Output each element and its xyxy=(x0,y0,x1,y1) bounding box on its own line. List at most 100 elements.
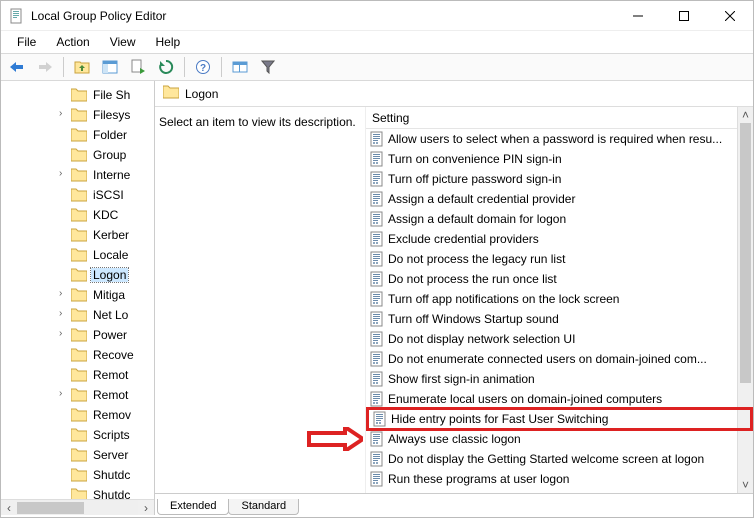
tab-standard[interactable]: Standard xyxy=(228,499,299,515)
export-button[interactable] xyxy=(126,56,150,78)
help-button[interactable]: ? xyxy=(191,56,215,78)
expand-icon[interactable]: › xyxy=(59,309,69,319)
setting-label: Do not display the Getting Started welco… xyxy=(388,452,704,466)
setting-item[interactable]: Assign a default domain for logon xyxy=(366,209,753,229)
up-button[interactable] xyxy=(70,56,94,78)
settings-vscrollbar[interactable]: ˄ ˅ xyxy=(737,107,753,493)
tree-item-label: Shutdc xyxy=(91,468,132,482)
policy-icon xyxy=(370,291,384,307)
tree-item[interactable]: KDC xyxy=(1,205,154,225)
tree-item[interactable]: Server xyxy=(1,445,154,465)
expand-icon[interactable] xyxy=(59,89,69,99)
menu-view[interactable]: View xyxy=(100,33,146,51)
expand-icon[interactable]: › xyxy=(59,329,69,339)
tree-item[interactable]: Remot xyxy=(1,365,154,385)
expand-icon[interactable] xyxy=(59,369,69,379)
minimize-button[interactable] xyxy=(615,1,661,30)
tree-item[interactable]: Kerber xyxy=(1,225,154,245)
setting-item[interactable]: Hide entry points for Fast User Switchin… xyxy=(366,407,753,431)
expand-icon[interactable] xyxy=(59,229,69,239)
close-button[interactable] xyxy=(707,1,753,30)
maximize-button[interactable] xyxy=(661,1,707,30)
tree-item[interactable]: Shutdc xyxy=(1,485,154,499)
menu-file[interactable]: File xyxy=(7,33,46,51)
filter-button[interactable] xyxy=(256,56,280,78)
tree-item[interactable]: Logon xyxy=(1,265,154,285)
setting-label: Do not process the run once list xyxy=(388,272,557,286)
refresh-button[interactable] xyxy=(154,56,178,78)
scroll-left-icon[interactable]: ‹ xyxy=(1,500,17,515)
policy-icon xyxy=(370,431,384,447)
expand-icon[interactable] xyxy=(59,449,69,459)
setting-label: Turn on convenience PIN sign-in xyxy=(388,152,562,166)
tree-item[interactable]: ›Net Lo xyxy=(1,305,154,325)
tree-item[interactable]: Folder xyxy=(1,125,154,145)
expand-icon[interactable]: › xyxy=(59,289,69,299)
expand-icon[interactable] xyxy=(59,149,69,159)
setting-item[interactable]: Show first sign-in animation xyxy=(366,369,753,389)
tree-item[interactable]: iSCSI xyxy=(1,185,154,205)
menu-action[interactable]: Action xyxy=(46,33,99,51)
tree-item[interactable]: Scripts xyxy=(1,425,154,445)
tree-item[interactable]: Group xyxy=(1,145,154,165)
scroll-down-icon[interactable]: ˅ xyxy=(738,477,753,493)
settings-list[interactable]: Allow users to select when a password is… xyxy=(366,129,753,493)
tree-item[interactable]: Shutdc xyxy=(1,465,154,485)
expand-icon[interactable] xyxy=(59,189,69,199)
tree-item[interactable]: ›Interne xyxy=(1,165,154,185)
tree-item[interactable]: ›Filesys xyxy=(1,105,154,125)
filter-options-button[interactable] xyxy=(228,56,252,78)
show-hide-tree-button[interactable] xyxy=(98,56,122,78)
toolbar-separator xyxy=(184,57,185,77)
expand-icon[interactable] xyxy=(59,129,69,139)
setting-item[interactable]: Do not process the run once list xyxy=(366,269,753,289)
tree-item[interactable]: ›Mitiga xyxy=(1,285,154,305)
expand-icon[interactable] xyxy=(59,269,69,279)
description-column: Select an item to view its description. xyxy=(155,107,365,493)
setting-item[interactable]: Do not process the legacy run list xyxy=(366,249,753,269)
setting-item[interactable]: Do not display the Getting Started welco… xyxy=(366,449,753,469)
expand-icon[interactable] xyxy=(59,249,69,259)
toolbar: ? xyxy=(1,53,753,81)
setting-item[interactable]: Turn off app notifications on the lock s… xyxy=(366,289,753,309)
tree-item[interactable]: Remov xyxy=(1,405,154,425)
expand-icon[interactable] xyxy=(59,469,69,479)
expand-icon[interactable]: › xyxy=(59,109,69,119)
setting-label: Show first sign-in animation xyxy=(388,372,535,386)
setting-item[interactable]: Allow users to select when a password is… xyxy=(366,129,753,149)
tree-item[interactable]: Locale xyxy=(1,245,154,265)
tab-extended[interactable]: Extended xyxy=(157,499,229,515)
setting-item[interactable]: Do not enumerate connected users on doma… xyxy=(366,349,753,369)
setting-item[interactable]: Turn off Windows Startup sound xyxy=(366,309,753,329)
policy-icon xyxy=(373,411,387,427)
tree-pane[interactable]: File Sh›FilesysFolderGroup›InterneiSCSIK… xyxy=(1,81,155,515)
expand-icon[interactable] xyxy=(59,409,69,419)
expand-icon[interactable] xyxy=(59,489,69,499)
forward-button[interactable] xyxy=(33,56,57,78)
setting-item[interactable]: Do not display network selection UI xyxy=(366,329,753,349)
expand-icon[interactable]: › xyxy=(59,169,69,179)
expand-icon[interactable]: › xyxy=(59,389,69,399)
tree-item[interactable]: ›Remot xyxy=(1,385,154,405)
tree-item[interactable]: ›Power xyxy=(1,325,154,345)
setting-item[interactable]: Exclude credential providers xyxy=(366,229,753,249)
expand-icon[interactable] xyxy=(59,429,69,439)
menu-help[interactable]: Help xyxy=(146,33,191,51)
settings-column-header[interactable]: Setting xyxy=(366,107,753,129)
setting-item[interactable]: Enumerate local users on domain-joined c… xyxy=(366,389,753,409)
setting-item[interactable]: Always use classic logon xyxy=(366,429,753,449)
expand-icon[interactable] xyxy=(59,349,69,359)
setting-item[interactable]: Turn on convenience PIN sign-in xyxy=(366,149,753,169)
scroll-right-icon[interactable]: › xyxy=(138,500,154,515)
policy-icon xyxy=(370,231,384,247)
expand-icon[interactable] xyxy=(59,209,69,219)
back-button[interactable] xyxy=(5,56,29,78)
scroll-up-icon[interactable]: ˄ xyxy=(738,107,753,123)
setting-item[interactable]: Turn off picture password sign-in xyxy=(366,169,753,189)
tree-hscrollbar[interactable]: ‹ › xyxy=(1,499,154,515)
tree-item[interactable]: File Sh xyxy=(1,85,154,105)
setting-item[interactable]: Run these programs at user logon xyxy=(366,469,753,489)
tree-item-label: Remot xyxy=(91,368,130,382)
tree-item[interactable]: Recove xyxy=(1,345,154,365)
setting-item[interactable]: Assign a default credential provider xyxy=(366,189,753,209)
